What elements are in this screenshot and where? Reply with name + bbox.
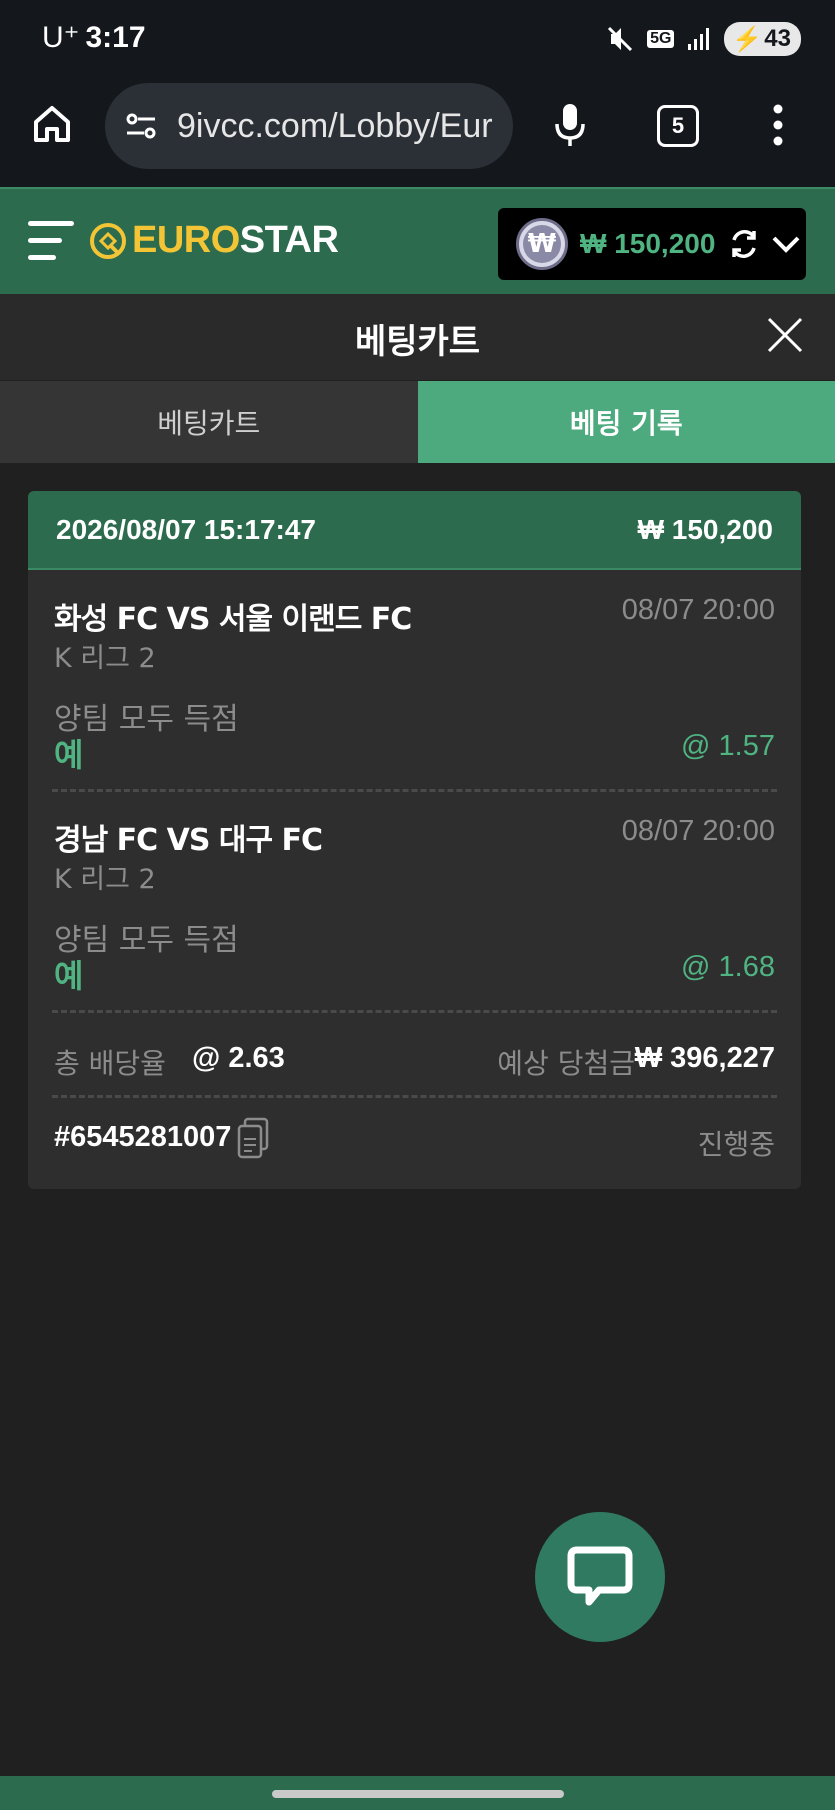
close-icon[interactable] bbox=[766, 316, 804, 354]
bet-selection: 경남 FC VS 대구 FC 08/07 20:00 K 리그 2 양팀 모두 … bbox=[54, 815, 775, 995]
divider bbox=[52, 1010, 777, 1013]
pick-odds: @ 1.68 bbox=[681, 951, 775, 983]
tab-switcher-button[interactable]: 5 bbox=[657, 105, 699, 147]
logo-mark-icon bbox=[90, 222, 126, 259]
site-header: EUROSTAR ₩ ₩ 150,200 bbox=[0, 187, 835, 294]
refresh-icon[interactable] bbox=[727, 227, 761, 261]
won-coin-icon: ₩ bbox=[516, 218, 568, 270]
bet-selection: 화성 FC VS 서울 이랜드 FC 08/07 20:00 K 리그 2 양팀… bbox=[54, 594, 775, 774]
home-gesture-handle[interactable] bbox=[272, 1790, 564, 1798]
chat-icon bbox=[567, 1546, 633, 1606]
eurostar-logo[interactable]: EUROSTAR bbox=[88, 219, 339, 262]
bet-cart-header: 베팅카트 bbox=[0, 294, 835, 380]
battery-indicator: ⚡ 43 bbox=[724, 22, 801, 56]
match-name: 경남 FC VS 대구 FC bbox=[54, 823, 323, 858]
signal-icon bbox=[688, 28, 710, 50]
expected-win-value: ₩ 396,227 bbox=[634, 1042, 775, 1074]
url-text[interactable]: 9ivcc.com/Lobby/Eur bbox=[177, 107, 507, 146]
bet-datetime: 2026/08/07 15:17:47 bbox=[56, 513, 316, 545]
tab-bet-history[interactable]: 베팅 기록 bbox=[417, 381, 835, 463]
mute-icon bbox=[608, 26, 633, 52]
balance-amount: ₩ 150,200 bbox=[580, 228, 716, 259]
bet-status: 진행중 bbox=[697, 1128, 775, 1161]
pick-value: 예 bbox=[54, 736, 84, 774]
wallet-balance[interactable]: ₩ ₩ 150,200 bbox=[498, 208, 806, 280]
total-odds-label: 총 배당율 bbox=[54, 1047, 166, 1080]
tab-bet-cart[interactable]: 베팅카트 bbox=[0, 381, 418, 463]
mic-icon[interactable] bbox=[553, 102, 587, 148]
chevron-down-icon[interactable] bbox=[771, 234, 801, 254]
more-menu-icon[interactable] bbox=[773, 104, 783, 146]
ticket-id: #6545281007 bbox=[54, 1121, 232, 1153]
logo-text-star: STAR bbox=[239, 219, 339, 261]
menu-icon[interactable] bbox=[28, 221, 76, 265]
divider bbox=[52, 789, 777, 792]
total-odds-value: @ 2.63 bbox=[192, 1042, 285, 1074]
league-name: K 리그 2 bbox=[54, 864, 156, 895]
status-time: U⁺ 3:17 bbox=[42, 21, 146, 54]
bet-card-header: 2026/08/07 15:17:47 ₩ 150,200 bbox=[28, 491, 801, 570]
bet-tabs: 베팅카트 베팅 기록 bbox=[0, 381, 835, 463]
chat-button[interactable] bbox=[535, 1512, 665, 1642]
expected-win-label: 예상 당첨금 bbox=[497, 1047, 635, 1080]
match-time: 08/07 20:00 bbox=[621, 594, 775, 626]
home-icon[interactable] bbox=[30, 102, 74, 146]
bet-cart-title: 베팅카트 bbox=[354, 322, 481, 362]
pick-odds: @ 1.57 bbox=[681, 730, 775, 762]
copy-icon[interactable] bbox=[236, 1117, 270, 1159]
browser-toolbar: 9ivcc.com/Lobby/Eur 5 bbox=[0, 80, 835, 187]
pick-value: 예 bbox=[54, 957, 84, 995]
bet-history-card[interactable]: 2026/08/07 15:17:47 ₩ 150,200 화성 FC VS 서… bbox=[28, 491, 801, 1189]
system-nav-bar bbox=[0, 1776, 835, 1810]
bet-stake: ₩ 150,200 bbox=[637, 513, 773, 545]
bet-summary: 총 배당율 @ 2.63 예상 당첨금 ₩ 396,227 bbox=[54, 1038, 775, 1080]
match-name: 화성 FC VS 서울 이랜드 FC bbox=[54, 602, 412, 637]
site-settings-icon[interactable] bbox=[123, 108, 159, 144]
network-label: 5G bbox=[647, 30, 675, 48]
bolt-icon: ⚡ bbox=[732, 25, 763, 53]
logo-text-euro: EURO bbox=[132, 219, 240, 261]
league-name: K 리그 2 bbox=[54, 643, 156, 674]
status-bar: U⁺ 3:17 5G ⚡ 43 bbox=[0, 0, 835, 80]
divider bbox=[52, 1095, 777, 1098]
bet-footer: #6545281007 진행중 bbox=[54, 1117, 775, 1165]
status-icons: 5G ⚡ 43 bbox=[605, 22, 801, 56]
match-time: 08/07 20:00 bbox=[621, 815, 775, 847]
address-bar[interactable]: 9ivcc.com/Lobby/Eur bbox=[105, 83, 513, 169]
